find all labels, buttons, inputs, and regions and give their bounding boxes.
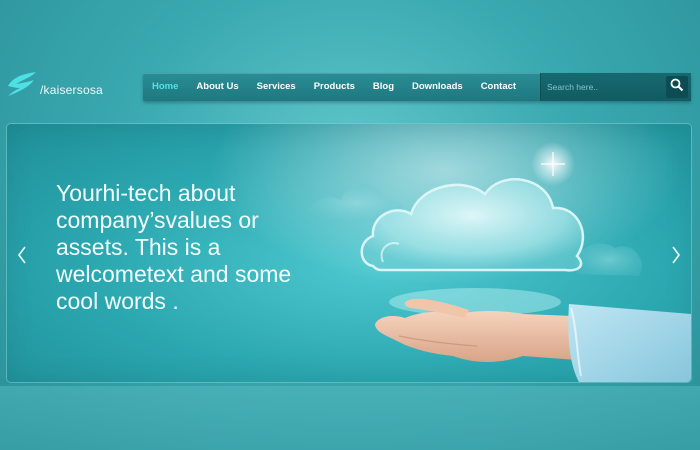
hero-slider: Yourhi-tech about company’svalues or ass… xyxy=(7,124,691,382)
nav-item-blog[interactable]: Blog xyxy=(364,73,403,101)
page: /kaisersosa Home About Us Services Produ… xyxy=(0,0,700,450)
search-input[interactable] xyxy=(545,77,659,97)
logo[interactable]: /kaisersosa xyxy=(6,70,103,98)
footer-band xyxy=(0,386,700,450)
nav-item-services[interactable]: Services xyxy=(248,73,305,101)
search-button[interactable] xyxy=(666,76,688,98)
search-box xyxy=(540,73,691,101)
nav-item-downloads[interactable]: Downloads xyxy=(403,73,472,101)
main-nav: Home About Us Services Products Blog Dow… xyxy=(143,73,691,101)
brand-name: /kaisersosa xyxy=(40,83,103,97)
search-icon xyxy=(670,78,684,97)
nav-item-home[interactable]: Home xyxy=(143,73,187,101)
wave-logo-icon xyxy=(6,70,38,98)
nav-item-contact[interactable]: Contact xyxy=(472,73,525,101)
chevron-left-icon[interactable] xyxy=(15,244,29,266)
cloud-on-hand-illustration xyxy=(287,124,691,382)
slide-headline: Yourhi-tech about company’svalues or ass… xyxy=(56,180,292,314)
nav-item-about-us[interactable]: About Us xyxy=(187,73,247,101)
nav-item-products[interactable]: Products xyxy=(305,73,364,101)
